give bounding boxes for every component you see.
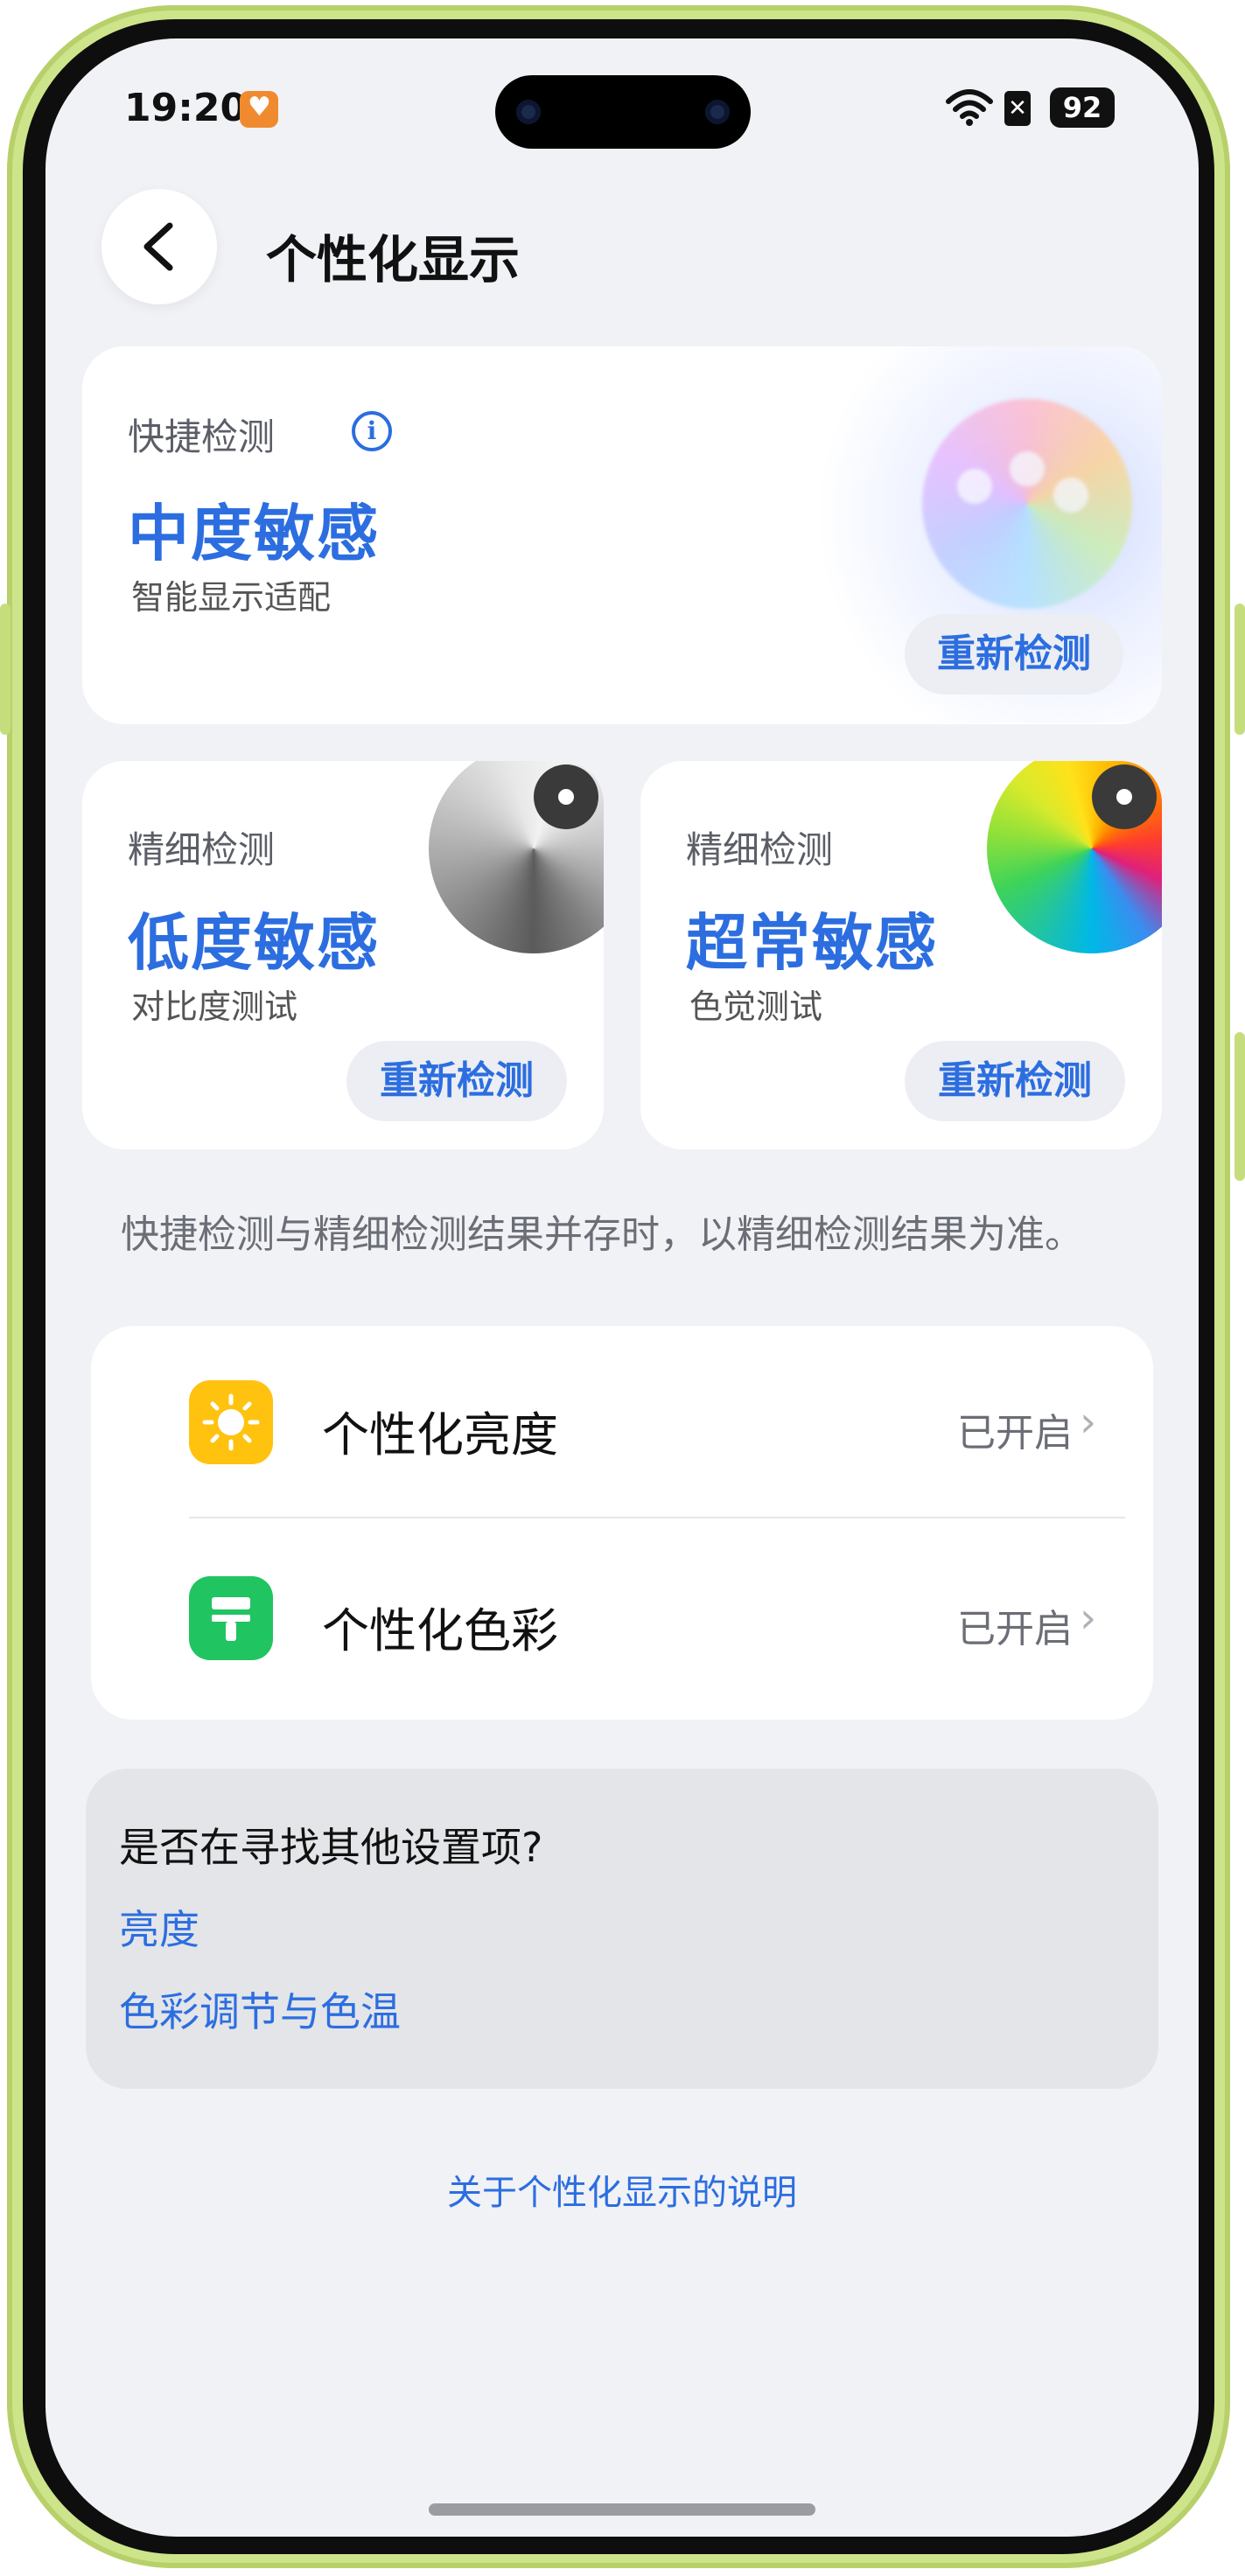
battery-icon: 92 [1050,87,1115,128]
color-detection-result: 超常敏感 [686,907,938,979]
sun-icon [189,1380,273,1464]
color-detection-subtitle: 色觉测试 [689,988,823,1026]
color-detection-card: 精细检测 超常敏感 色觉测试 重新检测 [640,761,1162,1149]
setting-row-color[interactable]: 个性化色彩 已开启 › [91,1518,1153,1718]
setting-label: 个性化亮度 [322,1407,558,1463]
fan-hub [534,764,598,829]
related-settings-card: 是否在寻找其他设置项? 亮度 色彩调节与色温 [86,1769,1158,2089]
phone-side-button [0,604,10,735]
quick-detection-card: 快捷检测 i 中度敏感 智能显示适配 重新检测 [82,346,1162,724]
info-icon[interactable]: i [352,411,392,451]
setting-status: 已开启 [957,1411,1073,1456]
chevron-right-icon: › [1080,1398,1097,1447]
contrast-retest-button[interactable]: 重新检测 [346,1041,567,1121]
settings-list: 个性化亮度 已开启 › 个性化色彩 已开启 › [91,1326,1153,1720]
wifi-icon [945,86,994,135]
quick-retest-button[interactable]: 重新检测 [905,614,1123,695]
phone-side-button [1235,604,1245,735]
setting-label: 个性化色彩 [322,1603,558,1658]
dynamic-island [495,75,751,149]
quick-detection-label: 快捷检测 [128,415,276,458]
fan-hub [1092,764,1157,829]
palette-dot [1053,478,1088,513]
color-retest-button[interactable]: 重新检测 [905,1041,1125,1121]
notification-app-icon [240,91,278,128]
related-settings-title: 是否在寻找其他设置项? [119,1824,543,1871]
page-title: 个性化显示 [266,230,521,290]
phone-side-button [1235,1032,1245,1181]
status-time: 19:20 [124,86,248,130]
camera-icon [705,100,730,124]
camera-icon [516,100,541,124]
detection-note: 快捷检测与精细检测结果并存时，以精细检测结果为准。 [121,1212,1083,1257]
chevron-right-icon: › [1080,1594,1097,1643]
chevron-left-icon [143,222,173,271]
palette-dot [957,469,992,504]
related-link-brightness[interactable]: 亮度 [119,1898,199,1956]
quick-detection-subtitle: 智能显示适配 [131,578,332,617]
paint-roller-icon [189,1576,273,1660]
screen: 19:20 ✕ 92 个性化显示 快捷检测 i 中度敏感 智能显示适配 重新检测 [45,38,1199,2537]
quick-detection-result: 中度敏感 [128,498,380,569]
about-link[interactable]: 关于个性化显示的说明 [45,2164,1199,2215]
setting-row-brightness[interactable]: 个性化亮度 已开启 › [91,1326,1153,1517]
palette-icon [922,399,1132,609]
setting-status: 已开启 [957,1607,1073,1651]
related-link-color-temperature[interactable]: 色彩调节与色温 [119,1980,401,2038]
contrast-detection-subtitle: 对比度测试 [131,988,298,1026]
home-indicator[interactable] [429,2503,815,2516]
contrast-detection-card: 精细检测 低度敏感 对比度测试 重新检测 [82,761,604,1149]
sim-icon: ✕ [1004,91,1031,126]
palette-dot [1010,451,1045,486]
contrast-detection-label: 精细检测 [128,828,276,871]
contrast-detection-result: 低度敏感 [128,907,380,979]
back-button[interactable] [101,189,217,304]
color-detection-label: 精细检测 [686,828,834,871]
